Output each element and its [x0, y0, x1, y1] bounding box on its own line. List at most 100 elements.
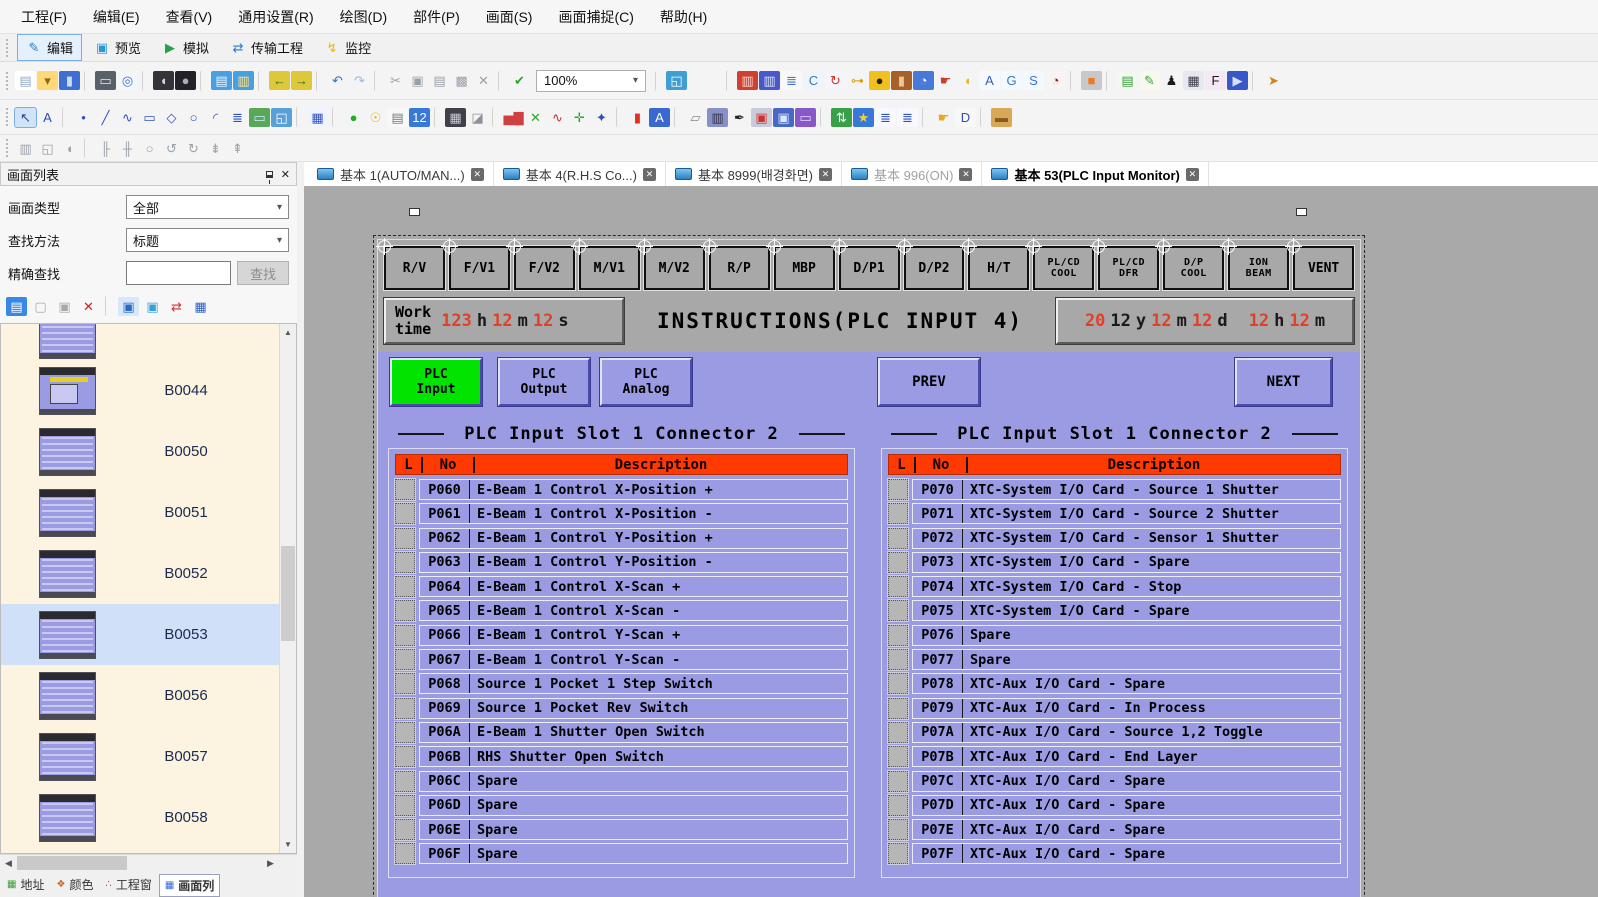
switch-part-icon[interactable]: ● [343, 108, 364, 127]
simulate-mode-button[interactable]: ▶ 模拟 [153, 34, 218, 61]
screen-list-item[interactable] [1, 324, 296, 360]
screen-list-item[interactable]: B0056 [1, 665, 296, 726]
panel-tab[interactable]: ▦ 地址 [2, 874, 49, 895]
lamp-part[interactable] [888, 552, 908, 573]
paste-format-icon[interactable]: ▩ [451, 71, 472, 90]
screen-thumbnail[interactable] [39, 428, 96, 476]
menu-item[interactable]: 绘图(D) [327, 2, 400, 32]
film-part-icon[interactable]: ▥ [707, 108, 728, 127]
lamp-part[interactable] [395, 722, 415, 743]
selection-handle[interactable] [409, 208, 420, 216]
updown-graph-icon[interactable]: ✛ [569, 108, 590, 127]
menu-item[interactable]: 部件(P) [400, 2, 473, 32]
vacuum-button[interactable]: M/V1 [579, 246, 640, 290]
parts-list-icon[interactable]: ▤ [1117, 71, 1138, 90]
vacuum-button[interactable]: D/P1 [839, 246, 900, 290]
lamp-part[interactable] [395, 795, 415, 816]
ellipse-tool-icon[interactable]: ○ [183, 108, 204, 127]
paste-icon[interactable]: ▤ [429, 71, 450, 90]
transfer-project-button[interactable]: ⇄ 传输工程 [221, 34, 312, 61]
alarm-lamp-icon[interactable]: ▮ [627, 108, 648, 127]
menu-item[interactable]: 画面捕捉(C) [545, 2, 646, 32]
line-graph-icon[interactable]: ∿ [547, 108, 568, 127]
contact-close-icon[interactable]: ╫ [117, 139, 138, 158]
scrollbar-thumb[interactable] [17, 856, 127, 870]
scrollbar-track[interactable] [17, 855, 262, 871]
window-part-icon[interactable]: ▱ [685, 108, 706, 127]
menu-item[interactable]: 通用设置(R) [225, 2, 326, 32]
plc-output-button[interactable]: PLC Output [498, 358, 590, 406]
container-icon[interactable]: ▮ [891, 71, 912, 90]
row-box[interactable]: P064 E-Beam 1 Control X-Scan + [419, 576, 848, 597]
list-part-icon[interactable]: ≣ [875, 108, 896, 127]
row-box[interactable]: P079 XTC-Aux I/O Card - In Process [912, 698, 1341, 719]
row-box[interactable]: P06D Spare [419, 795, 848, 816]
row-box[interactable]: P067 E-Beam 1 Control Y-Scan - [419, 649, 848, 670]
row-box[interactable]: P07D XTC-Aux I/O Card - Spare [912, 795, 1341, 816]
lamp-part[interactable] [888, 819, 908, 840]
lamp-part[interactable] [888, 600, 908, 621]
global-function-icon[interactable]: G [1001, 71, 1022, 90]
lamp-part[interactable] [888, 843, 908, 864]
grid-down-icon[interactable]: ⇟ [205, 139, 226, 158]
new-screen-list-icon[interactable]: ▤ [6, 297, 27, 316]
movie-settings-icon[interactable]: ▶ [1227, 71, 1248, 90]
vacuum-button[interactable]: VENT [1293, 246, 1354, 290]
vacuum-button[interactable]: R/P [709, 246, 770, 290]
ladder-grid-icon[interactable]: ▥ [15, 139, 36, 158]
monitor-mode-button[interactable]: ↯ 监控 [315, 34, 380, 61]
vacuum-button[interactable]: F/V2 [514, 246, 575, 290]
scrollbar-thumb[interactable] [281, 546, 295, 641]
dot-tool-icon[interactable]: • [73, 108, 94, 127]
device-settings-icon[interactable]: ▥ [759, 71, 780, 90]
security-icon[interactable]: ● [869, 71, 890, 90]
vacuum-button[interactable]: MBP [774, 246, 835, 290]
pin-tool-icon[interactable]: ♟ [1161, 71, 1182, 90]
lamp-part[interactable] [888, 722, 908, 743]
close-icon[interactable]: ✕ [281, 168, 290, 181]
stopwatch-icon[interactable]: ◔ [1045, 71, 1066, 90]
vertical-scrollbar[interactable]: ▲ ▼ [279, 324, 296, 853]
screen-tab[interactable]: 基本 53(PLC Input Monitor) ✕ [982, 162, 1208, 186]
tab-close-icon[interactable]: ✕ [471, 168, 484, 181]
error-check-icon[interactable]: ✔ [509, 71, 530, 90]
image-tool-icon[interactable]: ▭ [249, 108, 270, 127]
row-box[interactable]: P07A XTC-Aux I/O Card - Source 1,2 Toggl… [912, 722, 1341, 743]
film-list-icon[interactable]: ▦ [1183, 71, 1204, 90]
row-box[interactable]: P06A E-Beam 1 Shutter Open Switch [419, 722, 848, 743]
screen-thumbnail[interactable] [39, 733, 96, 781]
screen-capture-icon[interactable]: ● [175, 71, 196, 90]
screen-list-item[interactable]: B0050 [1, 421, 296, 482]
quill-icon[interactable]: ➤ [1263, 71, 1284, 90]
row-box[interactable]: P076 Spare [912, 625, 1341, 646]
scroll-up-icon[interactable]: ▲ [280, 324, 296, 341]
zoom-select[interactable]: 100% ▾ [536, 70, 646, 92]
alarm-text-icon[interactable]: A [649, 108, 670, 127]
panel-tab[interactable]: ❖ 颜色 [51, 874, 98, 895]
screen-thumbnail[interactable] [39, 489, 96, 537]
dscript-tool-icon[interactable]: D [955, 108, 976, 127]
preview-mode-button[interactable]: ▣ 预览 [85, 34, 150, 61]
tab-close-icon[interactable]: ✕ [819, 168, 832, 181]
lamp-part[interactable] [395, 819, 415, 840]
row-box[interactable]: P07F XTC-Aux I/O Card - Spare [912, 843, 1341, 864]
print-icon[interactable]: ▭ [95, 71, 116, 90]
vacuum-button[interactable]: PL/CD DFR [1098, 246, 1159, 290]
row-box[interactable]: P078 XTC-Aux I/O Card - Spare [912, 673, 1341, 694]
menu-item[interactable]: 画面(S) [473, 2, 546, 32]
screen-call-icon[interactable]: ◱ [271, 108, 292, 127]
transfer-screen-icon[interactable]: ⇅ [831, 108, 852, 127]
special-part-icon[interactable]: ★ [853, 108, 874, 127]
row-box[interactable]: P07E XTC-Aux I/O Card - Spare [912, 819, 1341, 840]
display-view-icon[interactable]: ▣ [773, 108, 794, 127]
lamp-part[interactable] [888, 503, 908, 524]
scroll-right-icon[interactable]: ▶ [262, 858, 279, 869]
system-settings-icon[interactable]: ▥ [737, 71, 758, 90]
menu-item[interactable]: 帮助(H) [647, 2, 720, 32]
copy-screen-list-icon[interactable]: ▢ [30, 297, 51, 316]
scroll-down-icon[interactable]: ▼ [280, 836, 296, 853]
vacuum-button[interactable]: H/T [968, 246, 1029, 290]
text-tool-icon[interactable]: A [37, 108, 58, 127]
timer-b-icon[interactable]: ↻ [183, 139, 204, 158]
pen-part-icon[interactable]: ✒ [729, 108, 750, 127]
